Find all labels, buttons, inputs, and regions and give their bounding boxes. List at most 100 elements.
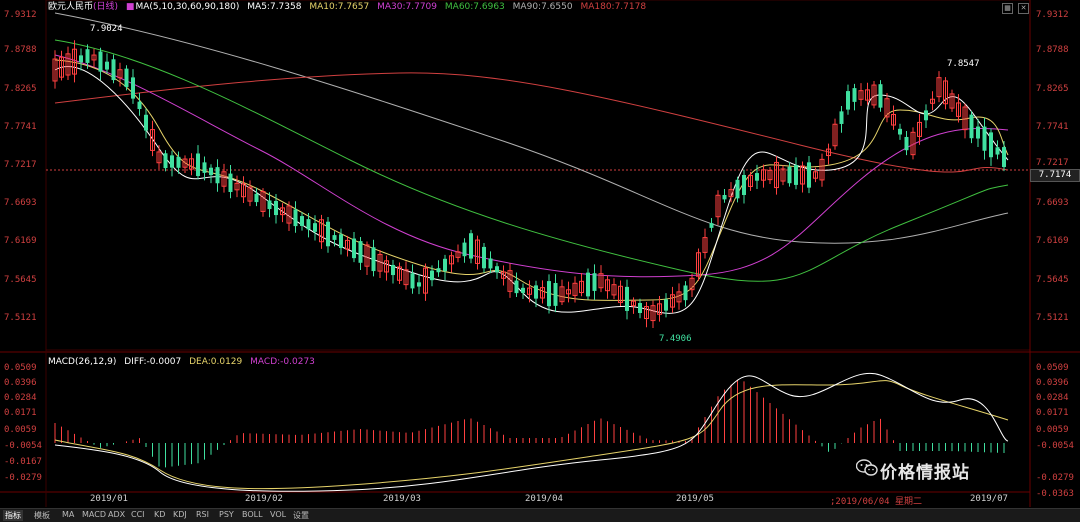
price-axis-label: 7.5645 bbox=[4, 275, 37, 285]
date-label: 2019/01 bbox=[90, 494, 128, 504]
macd-axis-label-right: 0.0396 bbox=[1036, 378, 1069, 388]
candle-body bbox=[989, 132, 993, 158]
ma-icon: ■ bbox=[125, 2, 135, 12]
ma10-value: MA10:7.7657 bbox=[309, 2, 370, 12]
tab-psy[interactable]: PSY bbox=[219, 510, 234, 519]
candle-body bbox=[794, 165, 798, 185]
macd-axis-label-right: 0.0509 bbox=[1036, 363, 1069, 373]
candle-body bbox=[898, 128, 902, 135]
macd-axis-label: 0.0396 bbox=[4, 378, 37, 388]
tab-templates[interactable]: 模板 bbox=[34, 510, 50, 521]
candle-body bbox=[638, 302, 642, 314]
date-label: 2019/03 bbox=[383, 494, 421, 504]
ma180-value: MA180:7.7178 bbox=[580, 2, 647, 12]
tab-ma[interactable]: MA bbox=[62, 510, 74, 519]
price-axis-label: 7.6693 bbox=[4, 198, 37, 208]
tab-vol[interactable]: VOL bbox=[270, 510, 286, 519]
price-axis-label: 7.8265 bbox=[4, 84, 37, 94]
candle-body bbox=[332, 235, 337, 240]
candle-body bbox=[839, 111, 844, 124]
candle-body bbox=[852, 88, 857, 102]
tab-kd[interactable]: KD bbox=[154, 510, 165, 519]
candle-body bbox=[371, 247, 376, 272]
date-label: 2019/07 bbox=[970, 494, 1008, 504]
tab-rsi[interactable]: RSI bbox=[196, 510, 209, 519]
candle-body bbox=[807, 162, 811, 188]
chart-canvas[interactable] bbox=[0, 0, 1080, 521]
candle-body bbox=[1002, 147, 1006, 168]
price-axis-label: 7.6169 bbox=[4, 236, 37, 246]
macd-axis-label: 0.0284 bbox=[4, 393, 37, 403]
price-axis-label: 7.8788 bbox=[4, 45, 37, 55]
candle-body bbox=[982, 126, 987, 151]
candle-body bbox=[514, 280, 519, 294]
price-axis-label-right: 7.7217 bbox=[1036, 158, 1069, 168]
high-annotation: 7.9024 bbox=[90, 24, 123, 34]
ma-params[interactable]: MA(5,10,30,60,90,180) bbox=[135, 2, 239, 12]
tab-indicators[interactable]: 指标 bbox=[3, 510, 23, 521]
candle-body bbox=[495, 266, 499, 273]
low-annotation: 7.4906 bbox=[659, 334, 692, 344]
wechat-icon bbox=[856, 459, 878, 476]
candle-body bbox=[976, 126, 980, 139]
candle-body bbox=[787, 166, 792, 184]
candle-body bbox=[124, 68, 129, 87]
candle-body bbox=[358, 241, 363, 263]
macd-axis-label: -0.0167 bbox=[4, 457, 42, 467]
candle-body bbox=[846, 91, 850, 110]
macd-axis-label-right: 0.0284 bbox=[1036, 393, 1069, 403]
ma5-line bbox=[54, 66, 1009, 314]
macd-dea: DEA:0.0129 bbox=[189, 357, 243, 367]
candle-body bbox=[735, 179, 740, 199]
candle-body bbox=[488, 258, 493, 269]
candle-body bbox=[664, 299, 668, 311]
macd-name[interactable]: MACD(26,12,9) bbox=[48, 357, 116, 367]
macd-axis-label-right: -0.0054 bbox=[1036, 441, 1074, 451]
macd-axis-label-right: -0.0279 bbox=[1036, 473, 1074, 483]
price-axis-label-right: 7.7741 bbox=[1036, 122, 1069, 132]
candle-body bbox=[326, 221, 330, 247]
candle-body bbox=[904, 136, 909, 151]
period-label[interactable]: (日线) bbox=[93, 2, 118, 12]
candle-body bbox=[313, 223, 317, 232]
price-axis-label-right: 7.9312 bbox=[1036, 10, 1069, 20]
candle-body bbox=[105, 61, 109, 70]
candle-body bbox=[878, 84, 883, 108]
macd-axis-label: 0.0509 bbox=[4, 363, 37, 373]
candle-body bbox=[352, 238, 356, 259]
tab-cci[interactable]: CCI bbox=[131, 510, 145, 519]
candle-body bbox=[300, 216, 304, 226]
candle-body bbox=[462, 242, 467, 257]
candle-body bbox=[469, 233, 473, 259]
candle-body bbox=[430, 270, 434, 281]
price-axis-label: 7.7217 bbox=[4, 160, 37, 170]
macd-axis-label: -0.0054 bbox=[4, 441, 42, 451]
ma60-value: MA60:7.6963 bbox=[444, 2, 505, 12]
candle-body bbox=[202, 162, 207, 173]
tab-settings[interactable]: 设置 bbox=[293, 510, 309, 521]
tab-boll[interactable]: BOLL bbox=[242, 510, 263, 519]
candle-body bbox=[131, 77, 135, 99]
candle-body bbox=[625, 286, 629, 311]
macd-diff: DIFF:-0.0007 bbox=[124, 357, 182, 367]
candle-body bbox=[722, 194, 727, 200]
candle-body bbox=[709, 223, 714, 228]
candle-body bbox=[339, 234, 343, 248]
candle-body bbox=[85, 49, 90, 63]
candle-body bbox=[176, 156, 181, 168]
candle-body bbox=[391, 264, 395, 276]
candle-body bbox=[163, 153, 168, 169]
candle-body bbox=[293, 209, 298, 227]
candle-body bbox=[417, 282, 421, 287]
macd-value: MACD:-0.0273 bbox=[250, 357, 315, 367]
tab-kdj[interactable]: KDJ bbox=[173, 510, 187, 519]
macd-axis-label-right: 0.0171 bbox=[1036, 408, 1069, 418]
tab-macd[interactable]: MACD bbox=[82, 510, 106, 519]
candle-body bbox=[196, 153, 200, 176]
tab-adx[interactable]: ADX bbox=[108, 510, 125, 519]
macd-axis-label-right: -0.0363 bbox=[1036, 489, 1074, 499]
close-icon[interactable]: ✕ bbox=[1018, 3, 1029, 14]
settings-icon[interactable]: ▦ bbox=[1002, 3, 1013, 14]
candle-body bbox=[267, 200, 272, 210]
high-annotation: 7.8547 bbox=[947, 59, 980, 69]
